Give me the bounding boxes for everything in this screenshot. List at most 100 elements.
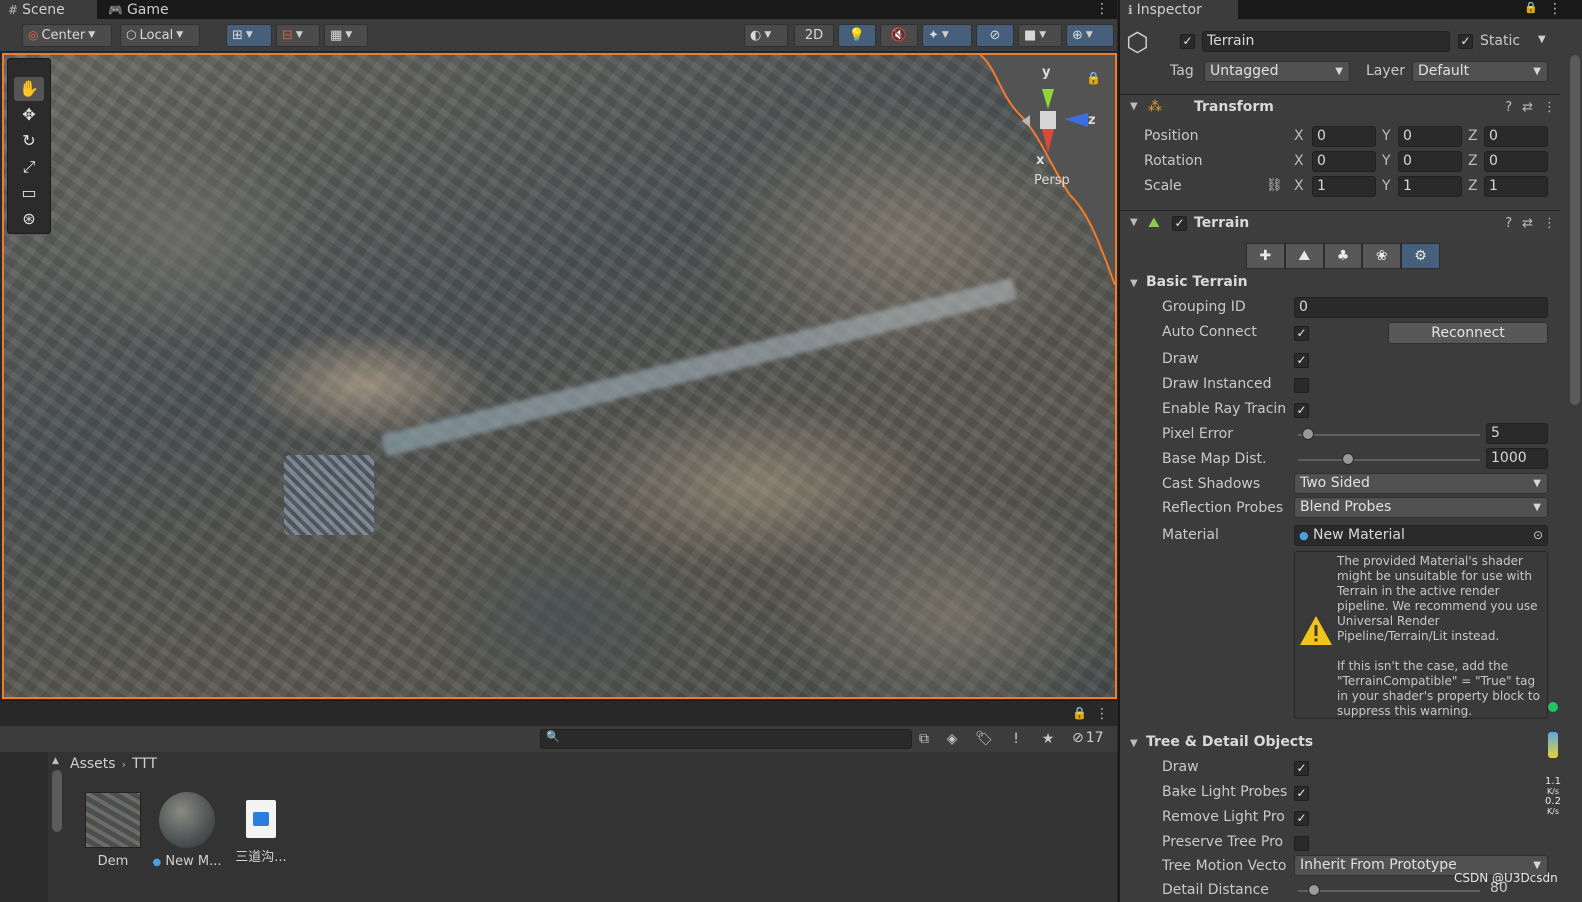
filter-by-type-icon[interactable]: ◈ bbox=[940, 729, 964, 749]
constrain-proportions-icon[interactable]: ⛓ bbox=[1266, 178, 1283, 193]
pivot-mode-dropdown[interactable]: ◎ Center ▼ bbox=[22, 24, 112, 47]
reconnect-button[interactable]: Reconnect bbox=[1388, 322, 1548, 344]
base-map-slider-handle[interactable] bbox=[1341, 453, 1354, 465]
project-scrollbar[interactable] bbox=[52, 770, 62, 832]
ray-tracing-checkbox[interactable]: ✓ bbox=[1294, 403, 1309, 418]
detail-distance-slider-track[interactable] bbox=[1298, 890, 1480, 892]
hand-tool-icon[interactable]: ✋ bbox=[14, 77, 44, 101]
component-menu-icon[interactable]: ⋮ bbox=[1543, 100, 1556, 115]
star-icon[interactable]: ★ bbox=[1036, 729, 1060, 749]
axis-y-label[interactable]: Y bbox=[1382, 128, 1391, 144]
hidden-packages-toggle[interactable]: ⊘ 17 bbox=[1072, 730, 1104, 746]
component-menu-icon[interactable]: ⋮ bbox=[1543, 216, 1556, 231]
help-icon[interactable]: ? bbox=[1505, 216, 1512, 231]
base-map-dist-field[interactable]: 1000 bbox=[1486, 448, 1548, 469]
layer-dropdown[interactable]: Default ▼ bbox=[1412, 61, 1548, 82]
scale-y-field[interactable]: 1 bbox=[1398, 176, 1462, 197]
foldout-triangle-icon[interactable]: ▼ bbox=[1130, 278, 1138, 289]
axis-y-label[interactable]: Y bbox=[1382, 153, 1391, 169]
camera-dropdown[interactable]: ■ ▼ bbox=[1018, 24, 1062, 47]
effects-dropdown[interactable]: ✦ ▼ bbox=[922, 24, 972, 47]
scale-tool-icon[interactable]: ⤢ bbox=[14, 155, 44, 179]
paint-details-icon[interactable]: ❀ bbox=[1362, 243, 1402, 269]
rotation-y-field[interactable]: 0 bbox=[1398, 151, 1462, 172]
draw-checkbox[interactable]: ✓ bbox=[1294, 353, 1309, 368]
object-name-field[interactable]: Terrain bbox=[1202, 31, 1450, 52]
project-menu-icon[interactable]: ⋮ bbox=[1095, 706, 1109, 722]
shading-mode-dropdown[interactable]: ◐ ▼ bbox=[744, 24, 788, 47]
ruler-toggle[interactable]: ▦ ▼ bbox=[324, 24, 368, 47]
search-options-icon[interactable]: ⧉ bbox=[912, 729, 936, 749]
asset-dem[interactable]: Dem bbox=[78, 792, 148, 869]
inspector-menu-icon[interactable]: ⋮ bbox=[1548, 1, 1562, 17]
audio-toggle[interactable]: 🔇 bbox=[880, 24, 918, 47]
rotation-z-field[interactable]: 0 bbox=[1484, 151, 1548, 172]
object-active-checkbox[interactable]: ✓ bbox=[1180, 34, 1195, 49]
terrain-settings-icon[interactable]: ⚙ bbox=[1401, 243, 1440, 269]
material-object-field[interactable]: ● New Material ⊙ bbox=[1294, 525, 1548, 546]
terrain-component-header[interactable]: ▼ ⛰ ✓ Terrain ? ⇄ ⋮ bbox=[1120, 210, 1560, 236]
scale-x-field[interactable]: 1 bbox=[1312, 176, 1376, 197]
position-z-field[interactable]: 0 bbox=[1484, 126, 1548, 147]
static-checkbox[interactable]: ✓ bbox=[1458, 34, 1473, 49]
axis-x-label[interactable]: X bbox=[1294, 153, 1304, 169]
cast-shadows-dropdown[interactable]: Two Sided ▼ bbox=[1294, 473, 1548, 494]
game-object-cube-icon[interactable]: ⬡ bbox=[1126, 28, 1160, 62]
gizmos-dropdown[interactable]: ⊕ ▼ bbox=[1066, 24, 1114, 47]
lighting-toggle[interactable]: 💡 bbox=[838, 24, 876, 47]
tree-detail-title[interactable]: Tree & Detail Objects bbox=[1146, 734, 1313, 750]
position-y-field[interactable]: 0 bbox=[1398, 126, 1462, 147]
preserve-tree-checkbox[interactable]: ✓ bbox=[1294, 836, 1309, 851]
axis-z-label[interactable]: Z bbox=[1468, 128, 1478, 144]
draw-instanced-checkbox[interactable]: ✓ bbox=[1294, 378, 1309, 393]
preset-icon[interactable]: ⇄ bbox=[1522, 100, 1533, 115]
increment-snap-toggle[interactable]: ⊟ ▼ bbox=[276, 24, 320, 47]
lock-icon[interactable]: 🔒 bbox=[1086, 71, 1101, 85]
remove-light-probes-checkbox[interactable]: ✓ bbox=[1294, 811, 1309, 826]
orientation-gizmo[interactable]: y z x Persp 🔒 bbox=[1002, 61, 1112, 196]
static-dropdown-icon[interactable]: ▼ bbox=[1538, 34, 1546, 45]
tree-draw-checkbox[interactable]: ✓ bbox=[1294, 761, 1309, 776]
axis-x-label[interactable]: X bbox=[1294, 178, 1304, 194]
pixel-error-field[interactable]: 5 bbox=[1486, 423, 1548, 444]
breadcrumb-assets[interactable]: Assets bbox=[70, 756, 116, 772]
projection-label[interactable]: Persp bbox=[1034, 173, 1070, 188]
mode-2d-toggle[interactable]: 2D bbox=[794, 24, 834, 47]
warning-filter-icon[interactable]: ! bbox=[1004, 729, 1028, 749]
asset-image-file[interactable]: 三道沟... bbox=[226, 792, 296, 865]
move-tool-icon[interactable]: ✥ bbox=[14, 103, 44, 127]
search-input[interactable] bbox=[540, 729, 912, 749]
paint-terrain-icon[interactable]: ⛰ bbox=[1284, 243, 1324, 269]
hidden-objects-toggle[interactable]: ⊘ bbox=[976, 24, 1014, 47]
object-picker-icon[interactable]: ⊙ bbox=[1533, 526, 1543, 545]
scene-viewport[interactable]: y z x Persp 🔒 bbox=[2, 53, 1117, 699]
auto-connect-checkbox[interactable]: ✓ bbox=[1294, 326, 1309, 341]
axis-x-label[interactable]: X bbox=[1294, 128, 1304, 144]
foldout-triangle-icon[interactable]: ▼ bbox=[1130, 738, 1138, 749]
rotation-x-field[interactable]: 0 bbox=[1312, 151, 1376, 172]
position-x-field[interactable]: 0 bbox=[1312, 126, 1376, 147]
axis-z-label[interactable]: Z bbox=[1468, 153, 1478, 169]
paint-trees-icon[interactable]: ♣ bbox=[1323, 243, 1363, 269]
grid-snap-toggle[interactable]: ⊞ ▼ bbox=[226, 24, 272, 47]
scene-menu-icon[interactable]: ⋮ bbox=[1095, 1, 1109, 17]
tag-dropdown[interactable]: Untagged ▼ bbox=[1204, 61, 1350, 82]
axis-y-label[interactable]: Y bbox=[1382, 178, 1391, 194]
filter-by-label-icon[interactable]: 🏷 bbox=[972, 729, 996, 749]
transform-tool-icon[interactable]: ⊛ bbox=[14, 207, 44, 231]
grouping-id-field[interactable]: 0 bbox=[1294, 297, 1548, 318]
preset-icon[interactable]: ⇄ bbox=[1522, 216, 1533, 231]
pixel-error-slider-handle[interactable] bbox=[1301, 428, 1314, 440]
help-icon[interactable]: ? bbox=[1505, 100, 1512, 115]
detail-distance-slider-handle[interactable] bbox=[1308, 884, 1320, 896]
reflection-probes-dropdown[interactable]: Blend Probes ▼ bbox=[1294, 497, 1548, 518]
scale-z-field[interactable]: 1 bbox=[1484, 176, 1548, 197]
project-folder-tree[interactable] bbox=[0, 752, 48, 902]
rect-tool-icon[interactable]: ▭ bbox=[14, 181, 44, 205]
tab-inspector[interactable]: ℹ Inspector bbox=[1120, 0, 1238, 19]
base-map-slider-track[interactable] bbox=[1298, 459, 1480, 461]
tab-scene[interactable]: # Scene bbox=[0, 0, 97, 19]
asset-new-material[interactable]: ● New M... bbox=[152, 792, 222, 869]
scroll-up-icon[interactable]: ▲ bbox=[52, 756, 59, 766]
bake-light-probes-checkbox[interactable]: ✓ bbox=[1294, 786, 1309, 801]
